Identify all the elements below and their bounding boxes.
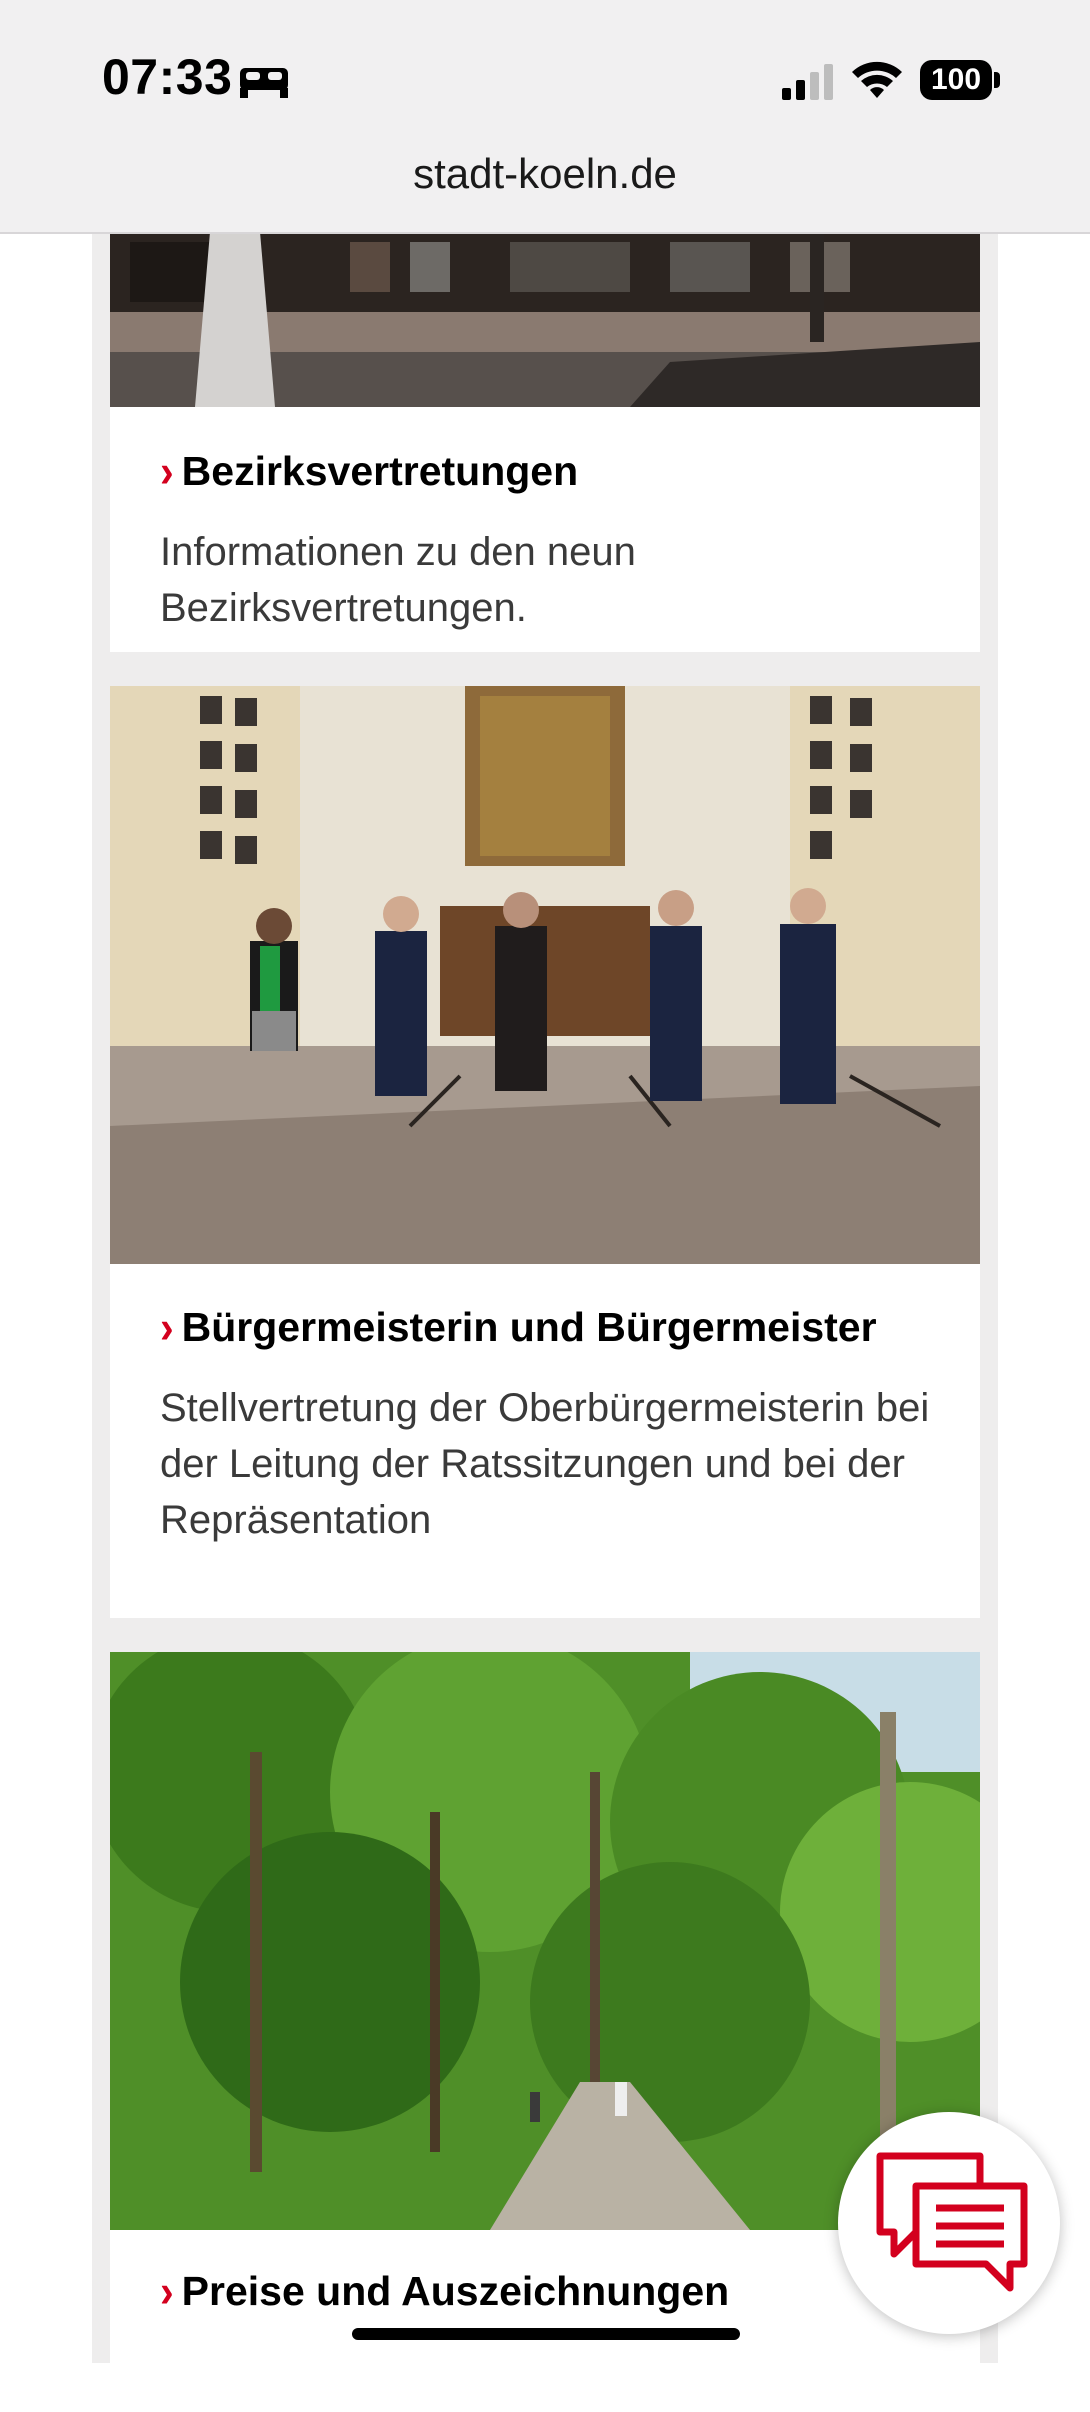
card-description: Stellvertretung der Oberbürgermeisterin … xyxy=(160,1386,930,1542)
chevron-right-icon: › xyxy=(160,2265,174,2317)
wifi-icon xyxy=(852,61,902,98)
url-bar[interactable]: stadt-koeln.de xyxy=(0,150,1090,198)
card-title[interactable]: › Bezirksvertretungen xyxy=(160,445,578,497)
sleep-icon xyxy=(240,68,288,98)
card-title[interactable]: › Bürgermeisterin und Bürgermeister xyxy=(160,1301,877,1353)
browser-top-bar: 07:33 100 stadt-koeln.de xyxy=(0,0,1090,234)
building-entrance-photo xyxy=(110,232,980,407)
chat-icon xyxy=(876,2152,1028,2292)
card-description: Informationen zu den neun Bezirksvertret… xyxy=(160,530,636,630)
chevron-right-icon: › xyxy=(160,445,174,497)
chevron-right-icon: › xyxy=(160,1301,174,1353)
status-time: 07:33 xyxy=(102,49,233,105)
battery-icon: 100 xyxy=(920,60,992,100)
card-title[interactable]: › Preise und Auszeichnungen xyxy=(160,2265,729,2317)
card-buergermeister[interactable]: › Bürgermeisterin und Bürgermeister Stell… xyxy=(110,686,980,1618)
chat-button[interactable] xyxy=(838,2112,1060,2334)
content-area: › Bezirksvertretungen Informationen zu de… xyxy=(92,232,998,2412)
card-bezirksvertretungen[interactable]: › Bezirksvertretungen Informationen zu de… xyxy=(110,232,980,652)
cellular-signal-icon xyxy=(782,64,833,100)
battery-nub xyxy=(994,72,1000,88)
home-indicator[interactable] xyxy=(352,2328,740,2340)
council-hall-group-photo xyxy=(110,686,980,1264)
